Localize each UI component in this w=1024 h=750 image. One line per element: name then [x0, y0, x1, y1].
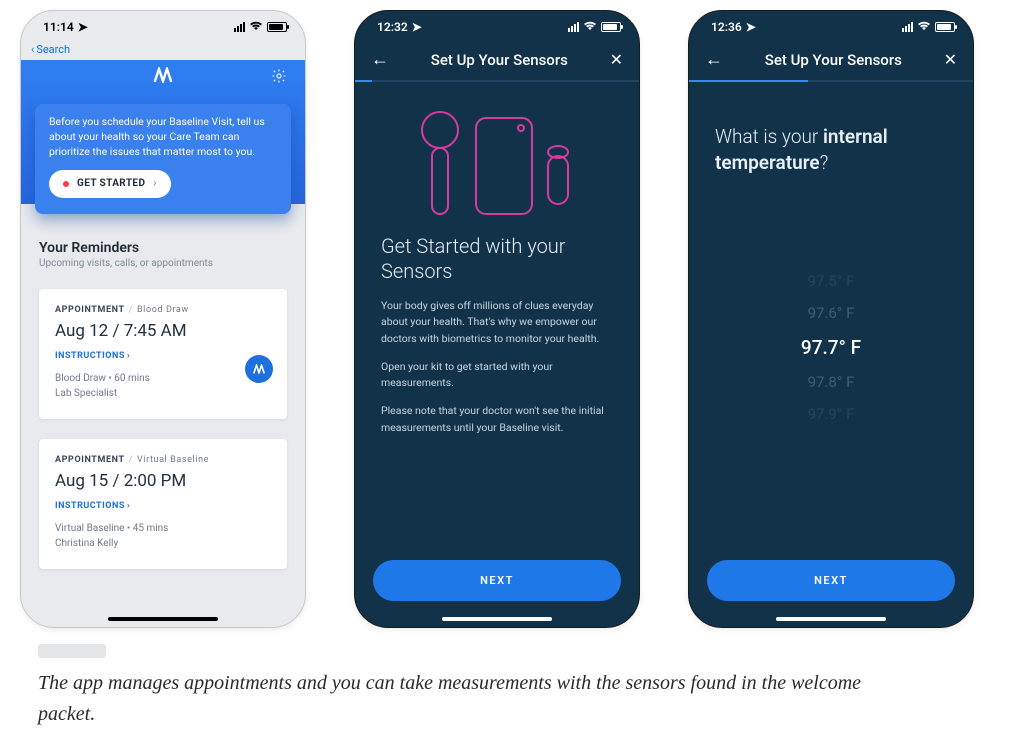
signal-icon	[902, 22, 913, 32]
battery-icon	[935, 22, 955, 32]
status-bar: 11:14 ➤	[21, 11, 305, 43]
picker-option[interactable]: 97.5° F	[715, 265, 947, 297]
hero-copy: Before you schedule your Baseline Visit,…	[49, 114, 277, 160]
back-arrow-icon[interactable]: ←	[371, 49, 389, 70]
picker-option[interactable]: 97.8° F	[715, 366, 947, 398]
hero-card: Before you schedule your Baseline Visit,…	[35, 104, 291, 214]
close-icon[interactable]: ✕	[944, 50, 957, 69]
next-button[interactable]: NEXT	[373, 560, 621, 601]
location-icon: ➤	[746, 20, 756, 34]
appointment-tag: APPOINTMENT/Blood Draw	[55, 305, 271, 315]
caption-pill	[38, 644, 106, 658]
instructions-link[interactable]: INSTRUCTIONS›	[55, 351, 271, 361]
nav-title: Set Up Your Sensors	[431, 51, 568, 69]
status-time: 12:32	[377, 20, 408, 34]
reminders-title: Your Reminders	[39, 240, 287, 256]
get-started-label: GET STARTED	[77, 177, 145, 192]
close-icon[interactable]: ✕	[610, 50, 623, 69]
appointment-meta: Blood Draw • 60 mins Lab Specialist	[55, 371, 271, 401]
gear-icon[interactable]	[271, 68, 287, 88]
hero-header: Before you schedule your Baseline Visit,…	[21, 60, 305, 204]
phone-temperature-picker: 12:36 ➤ ← Set Up Your Sensors ✕ What is …	[688, 10, 974, 628]
next-button[interactable]: NEXT	[707, 560, 955, 601]
nav-bar: ← Set Up Your Sensors ✕	[355, 43, 639, 80]
phone-reminders: 11:14 ➤ ‹ Search	[20, 10, 306, 628]
phone-sensors-intro: 12:32 ➤ ← Set Up Your Sensors ✕	[354, 10, 640, 628]
chevron-left-icon: ‹	[31, 43, 34, 56]
signal-icon	[234, 22, 245, 32]
app-logo-icon	[152, 67, 174, 87]
picker-option-selected[interactable]: 97.7° F	[715, 329, 947, 366]
progress-bar	[355, 80, 639, 82]
back-label: Search	[36, 43, 70, 56]
location-icon: ➤	[78, 20, 88, 34]
progress-bar	[689, 80, 973, 82]
appointment-badge-icon[interactable]	[245, 355, 273, 383]
status-bar: 12:32 ➤	[355, 11, 639, 43]
status-time: 11:14	[43, 20, 74, 34]
appointment-time: Aug 12 / 7:45 AM	[55, 321, 271, 341]
appointment-meta: Virtual Baseline • 45 mins Christina Kel…	[55, 521, 271, 551]
wifi-icon	[249, 21, 263, 34]
battery-icon	[267, 22, 287, 32]
battery-icon	[601, 22, 621, 32]
temperature-question: What is your internal temperature?	[715, 124, 947, 175]
status-bar: 12:36 ➤	[689, 11, 973, 43]
chevron-right-icon: ›	[153, 177, 156, 192]
picker-option[interactable]: 97.6° F	[715, 297, 947, 329]
temperature-picker[interactable]: 97.5° F 97.6° F 97.7° F 97.8° F 97.9° F	[715, 265, 947, 430]
back-arrow-icon[interactable]: ←	[705, 49, 723, 70]
appointment-tag: APPOINTMENT/Virtual Baseline	[55, 455, 271, 465]
nav-title: Set Up Your Sensors	[765, 51, 902, 69]
picker-option[interactable]: 97.9° F	[715, 398, 947, 430]
sensors-title: Get Started with your Sensors	[381, 234, 613, 284]
instructions-link[interactable]: INSTRUCTIONS›	[55, 501, 271, 511]
wifi-icon	[917, 21, 931, 34]
red-dot-icon	[63, 181, 69, 187]
signal-icon	[568, 22, 579, 32]
figure-caption: The app manages appointments and you can…	[20, 668, 880, 730]
sensors-illustration-icon	[381, 104, 613, 224]
back-to-search[interactable]: ‹ Search	[21, 43, 305, 60]
status-time: 12:36	[711, 20, 742, 34]
appointment-card[interactable]: APPOINTMENT/Virtual Baseline Aug 15 / 2:…	[39, 439, 287, 569]
appointment-time: Aug 15 / 2:00 PM	[55, 471, 271, 491]
home-indicator[interactable]	[776, 617, 886, 621]
wifi-icon	[583, 21, 597, 34]
home-indicator[interactable]	[108, 617, 218, 621]
location-icon: ➤	[412, 20, 422, 34]
reminders-subtitle: Upcoming visits, calls, or appointments	[39, 258, 287, 269]
home-indicator[interactable]	[442, 617, 552, 621]
appointment-card[interactable]: APPOINTMENT/Blood Draw Aug 12 / 7:45 AM …	[39, 289, 287, 419]
get-started-button[interactable]: GET STARTED ›	[49, 170, 171, 199]
reminders-section: Your Reminders Upcoming visits, calls, o…	[21, 204, 305, 589]
sensors-copy: Your body gives off millions of clues ev…	[381, 298, 613, 436]
nav-bar: ← Set Up Your Sensors ✕	[689, 43, 973, 80]
